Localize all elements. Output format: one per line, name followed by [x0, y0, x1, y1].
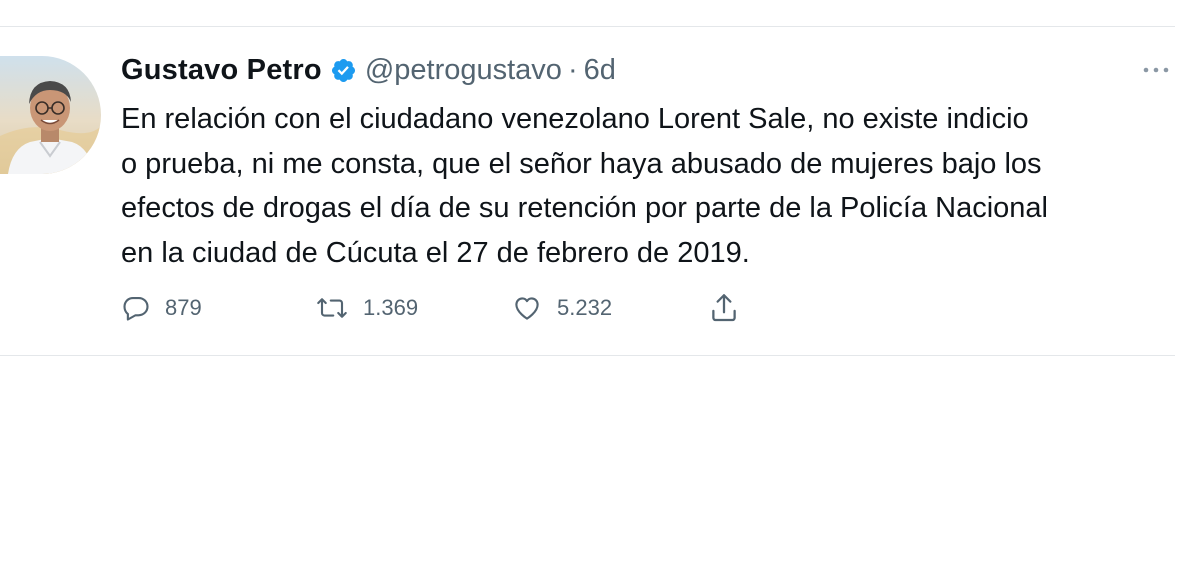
separator-dot: ·: [567, 53, 578, 86]
share-button[interactable]: [706, 290, 742, 326]
tweet-text: En relación con el ciudadano venezolano …: [121, 103, 1048, 269]
more-icon[interactable]: [1141, 60, 1171, 80]
share-icon: [706, 291, 742, 325]
bottom-divider: [0, 355, 1175, 356]
like-count: 5.232: [557, 295, 613, 320]
verified-badge-icon: [330, 57, 357, 84]
heart-icon: [511, 293, 543, 323]
reply-count: 879: [165, 295, 202, 320]
retweet-count: 1.369: [363, 295, 419, 320]
reply-button[interactable]: 879: [121, 290, 202, 326]
retweet-button[interactable]: 1.369: [315, 290, 418, 326]
tweet-header: Gustavo Petro @petrogustavo · 6d: [121, 52, 616, 88]
like-button[interactable]: 5.232: [511, 290, 612, 326]
author-name[interactable]: Gustavo Petro: [121, 54, 322, 87]
author-handle[interactable]: @petrogustavo: [365, 54, 562, 87]
retweet-icon: [315, 293, 349, 323]
reply-icon: [121, 293, 151, 323]
tweet-timestamp[interactable]: 6d: [584, 54, 616, 87]
tweet-page: Gustavo Petro @petrogustavo · 6d En rela…: [0, 0, 1200, 575]
